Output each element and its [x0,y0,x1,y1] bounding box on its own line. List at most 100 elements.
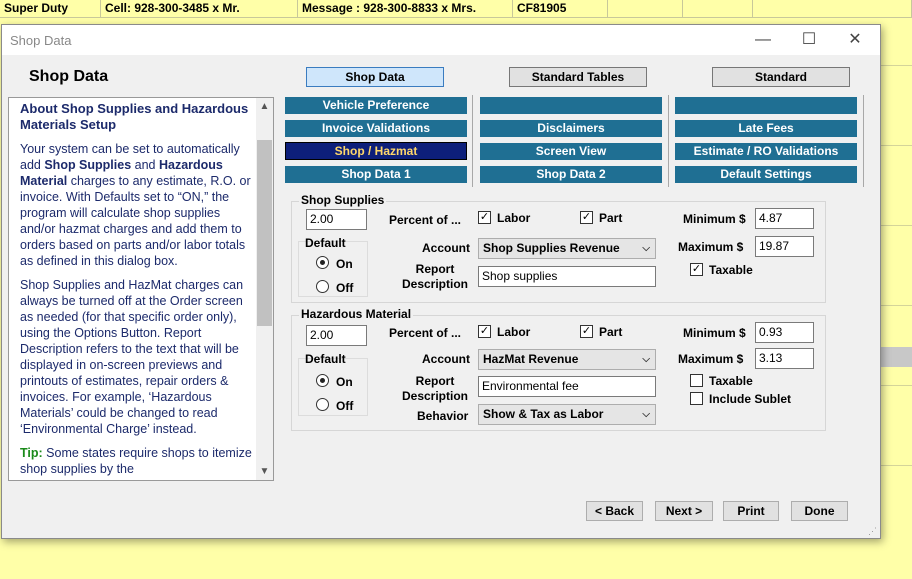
subtab-blank-1[interactable] [480,97,662,114]
bg-cell-empty [608,0,683,18]
shop-supplies-maximum-input[interactable]: 19.87 [755,236,814,257]
hazmat-behavior-label: Behavior [417,409,469,423]
print-button[interactable]: Print [723,501,779,521]
help-panel[interactable]: About Shop Supplies and Hazardous Materi… [8,97,274,481]
subtab-invoice-validations[interactable]: Invoice Validations [285,120,467,137]
tab-standard[interactable]: Standard [712,67,850,87]
subtab-shop-hazmat[interactable]: Shop / Hazmat [285,142,467,160]
hazmat-default-on-radio[interactable] [316,374,329,387]
shop-supplies-on-label: On [336,257,353,271]
bg-cell-empty [753,0,912,18]
tab-separator [472,95,473,187]
hazmat-percent-of-label: Percent of ... [389,326,462,340]
shop-supplies-label: Shop Supplies [299,193,387,207]
shop-supplies-default-label: Default [305,236,346,250]
background-row: Super Duty Cell: 928-300-3485 x Mr. Mess… [0,0,912,18]
next-button[interactable]: Next > [655,501,713,521]
hazmat-on-label: On [336,375,353,389]
hazmat-minimum-label: Minimum $ [683,326,746,340]
hazmat-report-description-label: Report Description [401,374,468,403]
resize-grip-icon[interactable]: ⋰ [868,526,878,536]
tab-separator [668,95,669,187]
hazmat-off-label: Off [336,399,354,413]
help-paragraph-1: Your system can be set to automatically … [20,142,251,268]
shop-supplies-maximum-label: Maximum $ [678,240,744,254]
scroll-down-icon[interactable]: ▼ [256,463,273,480]
hazmat-include-sublet-checkbox[interactable] [690,392,703,405]
shop-supplies-percent-input[interactable]: 2.00 [306,209,367,230]
chevron-down-icon: ⌵ [642,409,650,420]
hazmat-default-off-radio[interactable] [316,398,329,411]
shop-supplies-percent-of-label: Percent of ... [389,213,462,227]
shop-data-dialog: Shop Data — ☐ ✕ Shop Data About Shop Sup… [1,24,881,539]
shop-supplies-labor-checkbox[interactable]: ✓ [478,211,491,224]
hazmat-maximum-label: Maximum $ [678,352,744,366]
hazmat-account-label: Account [422,352,470,366]
bg-gridline [880,385,912,386]
done-button[interactable]: Done [791,501,848,521]
close-icon[interactable]: ✕ [832,25,878,55]
help-content: About Shop Supplies and Hazardous Materi… [20,101,256,480]
subtab-vehicle-preference[interactable]: Vehicle Preference [285,97,467,114]
shop-supplies-taxable-checkbox[interactable]: ✓ [690,263,703,276]
shop-supplies-part-checkbox[interactable]: ✓ [580,211,593,224]
bg-cell-message-phone: Message : 928-300-8833 x Mrs. [298,0,513,18]
bg-gridline [880,225,912,226]
shop-supplies-default-on-radio[interactable] [316,256,329,269]
hazmat-behavior-select[interactable]: Show & Tax as Labor ⌵ [478,404,656,425]
help-tip: Tip: Some states require shops to itemiz… [20,446,252,476]
hazmat-part-label: Part [599,325,623,339]
hazmat-maximum-input[interactable]: 3.13 [755,348,814,369]
hazmat-taxable-label: Taxable [709,374,753,388]
window-title: Shop Data [10,33,72,48]
minimize-icon[interactable]: — [740,25,786,55]
tab-standard-tables[interactable]: Standard Tables [509,67,647,87]
shop-supplies-default-off-radio[interactable] [316,280,329,293]
bg-cell-cell-phone: Cell: 928-300-3485 x Mr. [101,0,298,18]
back-button[interactable]: < Back [586,501,643,521]
hazmat-default-box [298,358,368,416]
bg-cell-vehicle: Super Duty [0,0,101,18]
dialog-heading: Shop Data [29,68,109,85]
subtab-shop-data-2[interactable]: Shop Data 2 [480,166,662,183]
hazmat-taxable-checkbox[interactable] [690,374,703,387]
help-paragraph-2: Shop Supplies and HazMat charges can alw… [20,278,244,436]
shop-supplies-part-label: Part [599,211,623,225]
hazmat-account-select[interactable]: HazMat Revenue ⌵ [478,349,656,370]
shop-supplies-report-description-input[interactable]: Shop supplies [478,266,656,287]
hazmat-report-description-input[interactable]: Environmental fee [478,376,656,397]
bg-gridline [880,145,912,146]
bg-selected-row [880,347,912,367]
subtab-screen-view[interactable]: Screen View [480,143,662,160]
hazmat-default-label: Default [305,352,346,366]
tab-separator [863,95,864,187]
shop-supplies-account-select[interactable]: Shop Supplies Revenue ⌵ [478,238,656,259]
help-title: About Shop Supplies and Hazardous Materi… [20,101,249,132]
tab-shop-data[interactable]: Shop Data [306,67,444,87]
hazmat-include-sublet-label: Include Sublet [709,392,792,406]
shop-supplies-account-label: Account [422,241,470,255]
scroll-up-icon[interactable]: ▲ [256,98,273,115]
help-scrollbar[interactable]: ▲ ▼ [256,98,273,480]
shop-supplies-minimum-label: Minimum $ [683,212,746,226]
subtab-default-settings[interactable]: Default Settings [675,166,857,183]
title-bar: Shop Data — ☐ ✕ [2,25,880,55]
hazmat-part-checkbox[interactable]: ✓ [580,325,593,338]
hazmat-percent-input[interactable]: 2.00 [306,325,367,346]
subtab-late-fees[interactable]: Late Fees [675,120,857,137]
hazmat-labor-label: Labor [497,325,531,339]
hazmat-minimum-input[interactable]: 0.93 [755,322,814,343]
subtab-shop-data-1[interactable]: Shop Data 1 [285,166,467,183]
maximize-icon[interactable]: ☐ [786,25,832,55]
subtab-estimate-ro-validations[interactable]: Estimate / RO Validations [675,143,857,160]
bg-gridline [880,305,912,306]
bg-gridline [880,65,912,66]
shop-supplies-minimum-input[interactable]: 4.87 [755,208,814,229]
subtab-disclaimers[interactable]: Disclaimers [480,120,662,137]
bg-cell-empty [683,0,753,18]
scroll-thumb[interactable] [257,140,272,326]
hazmat-labor-checkbox[interactable]: ✓ [478,325,491,338]
chevron-down-icon: ⌵ [642,354,650,365]
chevron-down-icon: ⌵ [642,243,650,254]
subtab-blank-2[interactable] [675,97,857,114]
